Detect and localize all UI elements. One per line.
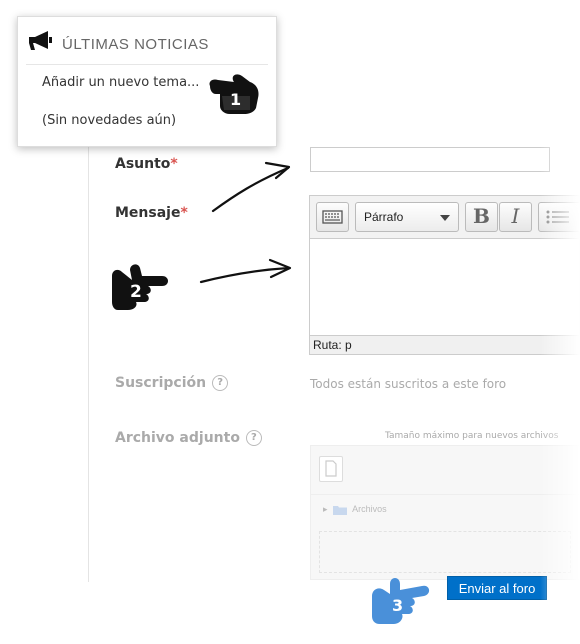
arrow-to-asunto <box>211 166 290 213</box>
pointing-hand-icon: 2 <box>108 262 172 312</box>
step-2-label: 2 <box>130 282 142 302</box>
pointing-hand-icon: 3 <box>368 572 434 626</box>
step-3-label: 3 <box>392 596 404 615</box>
pointing-hand-icon: 1 <box>206 70 262 116</box>
annotation-arrows <box>199 161 292 284</box>
step-1-label: 1 <box>230 90 242 109</box>
